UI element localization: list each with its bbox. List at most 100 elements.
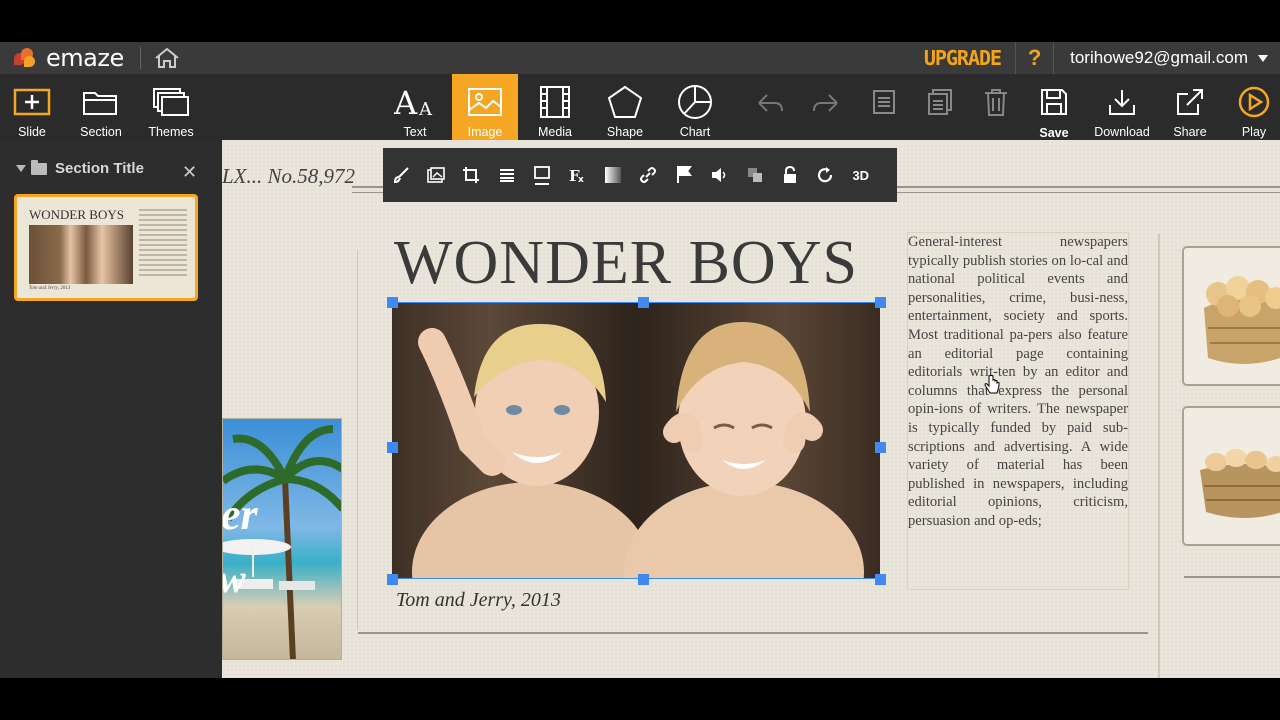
svg-text:A: A xyxy=(394,84,418,120)
home-icon[interactable] xyxy=(153,46,181,70)
section-header[interactable]: Section Title xyxy=(16,159,144,177)
egg-basket-card-1[interactable] xyxy=(1182,246,1280,386)
add-slide-icon xyxy=(13,82,51,122)
emaze-logo-icon xyxy=(12,47,38,69)
emaze-logo[interactable]: emaze xyxy=(12,44,124,72)
brush-icon[interactable] xyxy=(383,148,418,202)
align-icon[interactable] xyxy=(489,148,524,202)
resize-handle-bl[interactable] xyxy=(387,574,398,585)
save-button[interactable]: Save xyxy=(1034,74,1074,140)
help-button[interactable]: ? xyxy=(1016,42,1055,74)
thumbnail-text-lines xyxy=(139,209,187,279)
section-button[interactable]: Section xyxy=(76,74,126,140)
themes-icon xyxy=(152,82,190,122)
undo-button[interactable] xyxy=(752,74,788,140)
redo-icon xyxy=(811,82,841,122)
app-header: emaze UPGRADE ? torihowe92@gmail.com xyxy=(0,42,1280,74)
thumbnail-caption: Tom and Jerry, 2013 xyxy=(29,286,71,291)
effects-icon[interactable]: Fx xyxy=(560,148,595,202)
flag-icon[interactable] xyxy=(666,148,701,202)
play-button[interactable]: Play xyxy=(1234,74,1274,140)
egg-basket-card-2[interactable] xyxy=(1182,406,1280,546)
slide-thumbnail[interactable]: WONDER BOYS Tom and Jerry, 2013 xyxy=(14,194,198,301)
share-icon xyxy=(1174,82,1206,122)
beach-text-2: w xyxy=(223,555,246,602)
beach-slide-image[interactable]: er w xyxy=(222,418,342,660)
opacity-icon[interactable] xyxy=(595,148,630,202)
close-icon[interactable]: ✕ xyxy=(182,162,197,183)
themes-button[interactable]: Themes xyxy=(146,74,196,140)
folder-icon xyxy=(31,159,47,175)
issue-number: LX... No.58,972 xyxy=(222,164,356,188)
insert-chart-button[interactable]: Chart xyxy=(668,74,722,140)
section-title: Section Title xyxy=(55,160,144,177)
duplicate-button[interactable] xyxy=(924,74,956,140)
svg-text:x: x xyxy=(578,175,584,183)
letterbox-bottom xyxy=(0,678,1280,720)
replace-image-icon[interactable] xyxy=(418,148,453,202)
photo-caption[interactable]: Tom and Jerry, 2013 xyxy=(396,589,561,612)
play-icon xyxy=(1237,82,1271,122)
border-icon[interactable] xyxy=(525,148,560,202)
redo-button[interactable] xyxy=(808,74,844,140)
add-slide-button[interactable]: Slide xyxy=(8,74,56,140)
thumbnail-title: WONDER BOYS xyxy=(29,207,124,222)
insert-shape-button[interactable]: Shape xyxy=(598,74,652,140)
slides-sidebar: Section Title ✕ WONDER BOYS Tom and Jerr… xyxy=(0,140,222,678)
svg-text:A: A xyxy=(418,99,433,120)
selection-border-top xyxy=(392,302,880,303)
download-button[interactable]: Download xyxy=(1090,74,1154,140)
insert-image-button[interactable]: Image xyxy=(452,74,518,140)
link-icon[interactable] xyxy=(631,148,666,202)
delete-button[interactable] xyxy=(980,74,1012,140)
film-icon xyxy=(538,82,572,122)
lock-icon[interactable] xyxy=(772,148,807,202)
share-button[interactable]: Share xyxy=(1168,74,1212,140)
account-menu[interactable]: torihowe92@gmail.com xyxy=(1054,48,1280,68)
trash-icon xyxy=(983,82,1009,122)
pie-chart-icon xyxy=(676,82,714,122)
article-text[interactable]: General-interest newspapers typically pu… xyxy=(907,232,1129,590)
chevron-down-icon xyxy=(1258,54,1268,62)
resize-handle-mr[interactable] xyxy=(875,442,886,453)
image-edit-toolbar: Fx 3D xyxy=(383,148,897,202)
rotate-icon[interactable] xyxy=(808,148,843,202)
header-divider xyxy=(139,47,141,69)
letterbox-top xyxy=(0,0,1280,42)
resize-handle-ml[interactable] xyxy=(387,442,398,453)
pentagon-icon xyxy=(606,82,644,122)
hand-cursor-icon xyxy=(984,375,1000,400)
undo-icon xyxy=(755,82,785,122)
resize-handle-br[interactable] xyxy=(875,574,886,585)
resize-handle-tr[interactable] xyxy=(875,297,886,308)
resize-handle-tl[interactable] xyxy=(387,297,398,308)
3d-button[interactable]: 3D xyxy=(843,148,878,202)
image-icon xyxy=(466,82,504,122)
sound-icon[interactable] xyxy=(702,148,737,202)
beach-text-1: er xyxy=(222,490,258,539)
resize-handle-tm[interactable] xyxy=(638,297,649,308)
selection-border-bottom xyxy=(392,578,880,579)
column-rule-left xyxy=(357,250,358,630)
selected-photo[interactable] xyxy=(392,302,880,579)
slide-headline[interactable]: WONDER BOYS xyxy=(394,228,858,299)
account-email: torihowe92@gmail.com xyxy=(1070,48,1248,67)
text-icon: AA xyxy=(394,82,436,122)
thumbnail-photo xyxy=(29,225,133,284)
crop-icon[interactable] xyxy=(454,148,489,202)
insert-text-button[interactable]: AA Text xyxy=(388,74,442,140)
resize-handle-bm[interactable] xyxy=(638,574,649,585)
upgrade-button[interactable]: UPGRADE xyxy=(910,42,1017,74)
slide-canvas[interactable]: LX... No.58,972 er w WONDER xyxy=(222,140,1280,678)
column-rule-right xyxy=(1158,234,1160,678)
copy-icon xyxy=(926,82,954,122)
right-rule xyxy=(1184,576,1280,578)
insert-media-button[interactable]: Media xyxy=(528,74,582,140)
folder-icon xyxy=(81,82,121,122)
notes-button[interactable] xyxy=(868,74,900,140)
collapse-triangle-icon xyxy=(16,165,26,172)
save-icon xyxy=(1039,82,1069,122)
layers-icon[interactable] xyxy=(737,148,772,202)
download-icon xyxy=(1107,82,1137,122)
logo-text: emaze xyxy=(46,44,124,72)
